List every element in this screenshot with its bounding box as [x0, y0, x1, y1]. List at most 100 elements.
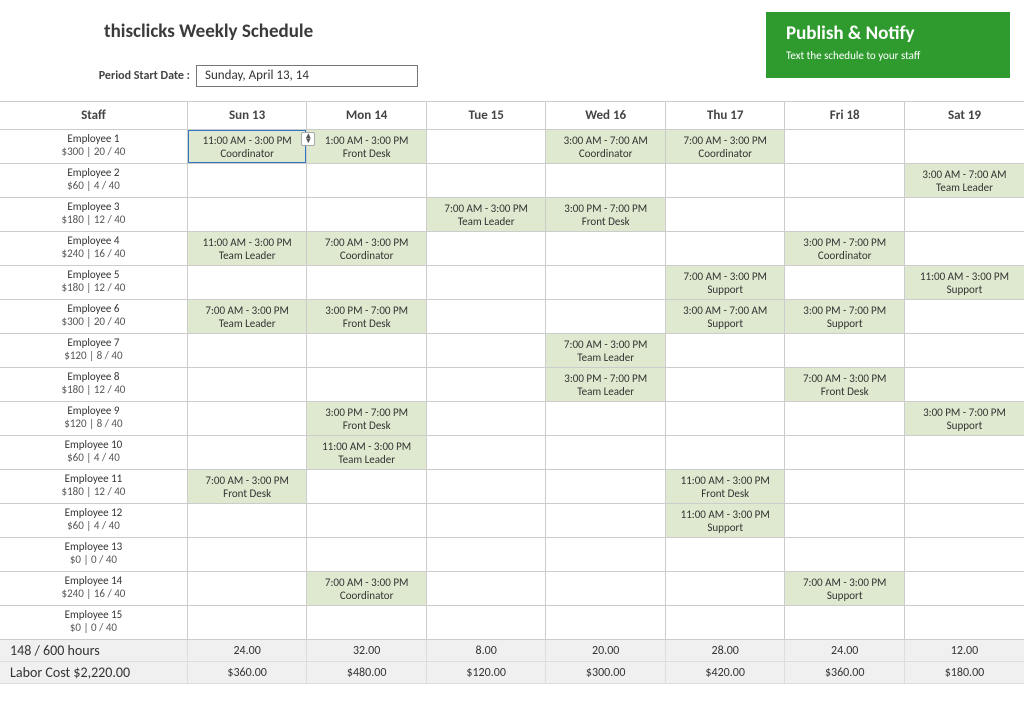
shift-block[interactable]: 7:00 AM - 3:00 PMFront Desk [188, 470, 307, 503]
shift-cell[interactable] [307, 164, 427, 198]
shift-cell[interactable] [307, 606, 427, 640]
shift-cell[interactable] [307, 198, 427, 232]
shift-cell[interactable] [187, 368, 307, 402]
shift-block[interactable]: 3:00 PM - 7:00 PMSupport [785, 300, 904, 333]
shift-cell[interactable] [426, 538, 546, 572]
shift-cell[interactable]: 11:00 AM - 3:00 PMTeam Leader [307, 436, 427, 470]
shift-cell[interactable]: 7:00 AM - 3:00 PMFront Desk [187, 470, 307, 504]
shift-cell[interactable] [904, 470, 1024, 504]
shift-block[interactable]: 11:00 AM - 3:00 PMSupport [666, 504, 785, 537]
shift-block[interactable]: 3:00 PM - 7:00 PMFront Desk [307, 300, 426, 333]
shift-cell[interactable] [785, 334, 905, 368]
shift-cell[interactable]: 3:00 PM - 7:00 PMTeam Leader [546, 368, 666, 402]
shift-cell[interactable]: 7:00 AM - 3:00 PMTeam Leader [546, 334, 666, 368]
shift-cell[interactable] [665, 538, 785, 572]
shift-block[interactable]: 3:00 PM - 7:00 PMFront Desk [546, 198, 665, 231]
shift-cell[interactable] [426, 436, 546, 470]
shift-block[interactable]: 11:00 AM - 3:00 PMCoordinator [188, 130, 307, 163]
shift-cell[interactable] [904, 334, 1024, 368]
shift-cell[interactable] [307, 470, 427, 504]
shift-cell[interactable] [426, 266, 546, 300]
shift-cell[interactable]: 11:00 AM - 3:00 PMTeam Leader [187, 232, 307, 266]
shift-cell[interactable]: 3:00 PM - 7:00 PMSupport [904, 402, 1024, 436]
shift-cell[interactable]: 7:00 AM - 3:00 PMTeam Leader [426, 198, 546, 232]
shift-cell[interactable] [665, 572, 785, 606]
shift-block[interactable]: 7:00 AM - 3:00 PMTeam Leader [188, 300, 307, 333]
shift-cell[interactable]: 7:00 AM - 3:00 PMTeam Leader [187, 300, 307, 334]
shift-cell[interactable] [665, 606, 785, 640]
shift-cell[interactable] [426, 164, 546, 198]
shift-block[interactable]: 11:00 AM - 3:00 PMSupport [905, 266, 1024, 299]
shift-cell[interactable] [665, 232, 785, 266]
cell-stepper-icon[interactable]: ▲▼ [301, 132, 315, 146]
shift-cell[interactable] [307, 334, 427, 368]
shift-cell[interactable] [546, 538, 666, 572]
shift-cell[interactable]: 11:00 AM - 3:00 PMCoordinator▲▼ [187, 130, 307, 164]
shift-cell[interactable]: 3:00 AM - 7:00 AMSupport [665, 300, 785, 334]
shift-cell[interactable]: 7:00 AM - 3:00 PMSupport [785, 572, 905, 606]
shift-cell[interactable] [307, 266, 427, 300]
shift-cell[interactable] [187, 164, 307, 198]
shift-cell[interactable] [785, 470, 905, 504]
shift-block[interactable]: 11:00 AM - 3:00 PMTeam Leader [307, 436, 426, 469]
shift-cell[interactable] [307, 538, 427, 572]
shift-cell[interactable] [785, 402, 905, 436]
shift-cell[interactable] [665, 198, 785, 232]
shift-cell[interactable] [904, 368, 1024, 402]
shift-cell[interactable] [546, 266, 666, 300]
shift-block[interactable]: 3:00 PM - 7:00 PMFront Desk [307, 402, 426, 435]
shift-cell[interactable] [426, 300, 546, 334]
shift-cell[interactable] [546, 402, 666, 436]
shift-cell[interactable] [785, 164, 905, 198]
shift-block[interactable]: 3:00 AM - 7:00 AMTeam Leader [905, 164, 1024, 197]
shift-cell[interactable] [904, 130, 1024, 164]
shift-block[interactable]: 11:00 AM - 3:00 PMTeam Leader [188, 232, 307, 265]
shift-cell[interactable] [187, 504, 307, 538]
shift-block[interactable]: 3:00 AM - 7:00 AMSupport [666, 300, 785, 333]
shift-cell[interactable] [546, 606, 666, 640]
shift-block[interactable]: 7:00 AM - 3:00 PMFront Desk [785, 368, 904, 401]
shift-cell[interactable] [785, 130, 905, 164]
shift-cell[interactable]: 3:00 AM - 7:00 AMCoordinator [546, 130, 666, 164]
shift-cell[interactable]: 1:00 AM - 3:00 PMFront Desk [307, 130, 427, 164]
shift-cell[interactable] [426, 402, 546, 436]
shift-cell[interactable] [307, 504, 427, 538]
shift-cell[interactable]: 11:00 AM - 3:00 PMSupport [904, 266, 1024, 300]
shift-cell[interactable]: 7:00 AM - 3:00 PMFront Desk [785, 368, 905, 402]
shift-cell[interactable] [426, 368, 546, 402]
shift-cell[interactable] [546, 300, 666, 334]
shift-cell[interactable] [904, 538, 1024, 572]
shift-cell[interactable]: 3:00 PM - 7:00 PMFront Desk [307, 300, 427, 334]
shift-cell[interactable]: 7:00 AM - 3:00 PMCoordinator [307, 572, 427, 606]
shift-cell[interactable] [546, 164, 666, 198]
shift-cell[interactable] [665, 164, 785, 198]
publish-notify-button[interactable]: Publish & Notify Text the schedule to yo… [766, 12, 1010, 78]
shift-cell[interactable] [187, 266, 307, 300]
shift-cell[interactable] [904, 504, 1024, 538]
shift-cell[interactable] [307, 368, 427, 402]
shift-cell[interactable] [785, 538, 905, 572]
shift-cell[interactable] [665, 334, 785, 368]
shift-cell[interactable]: 7:00 AM - 3:00 PMCoordinator [307, 232, 427, 266]
shift-cell[interactable] [187, 402, 307, 436]
shift-cell[interactable] [546, 232, 666, 266]
shift-block[interactable]: 7:00 AM - 3:00 PMCoordinator [666, 130, 785, 163]
shift-cell[interactable] [426, 504, 546, 538]
shift-cell[interactable] [665, 402, 785, 436]
shift-cell[interactable] [187, 334, 307, 368]
shift-cell[interactable] [904, 436, 1024, 470]
shift-cell[interactable]: 11:00 AM - 3:00 PMFront Desk [665, 470, 785, 504]
shift-cell[interactable] [546, 470, 666, 504]
shift-cell[interactable] [426, 130, 546, 164]
shift-cell[interactable] [426, 334, 546, 368]
shift-block[interactable]: 7:00 AM - 3:00 PMTeam Leader [546, 334, 665, 367]
shift-cell[interactable] [785, 606, 905, 640]
shift-cell[interactable] [546, 504, 666, 538]
shift-cell[interactable] [187, 436, 307, 470]
shift-cell[interactable] [904, 232, 1024, 266]
shift-cell[interactable] [187, 606, 307, 640]
shift-cell[interactable] [785, 266, 905, 300]
shift-cell[interactable]: 3:00 PM - 7:00 PMCoordinator [785, 232, 905, 266]
shift-cell[interactable] [665, 436, 785, 470]
period-start-input[interactable]: Sunday, April 13, 14 [196, 65, 418, 87]
